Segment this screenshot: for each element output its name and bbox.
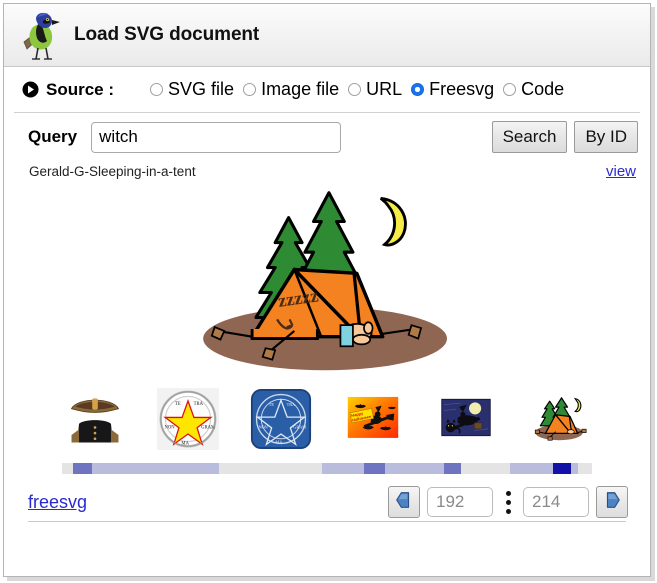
svg-text:NON: NON [164,425,175,430]
total-pages-input[interactable] [523,487,589,517]
radio-label-svg-file: SVG file [168,79,235,99]
source-row: Source : SVG file Image file URL Freesvg [4,67,650,112]
next-page-button[interactable] [596,486,628,518]
strip-segment [385,462,444,474]
strip-segment-current [552,462,571,474]
query-row: Query Search By ID [4,113,650,161]
preview-area[interactable]: zzzzz [4,187,650,379]
radio-url[interactable]: URL [348,79,402,100]
dialog-titlebar: Load SVG document [4,4,650,67]
query-label: Query [28,127,78,146]
thumbnail-witch-flying-night[interactable] [433,386,499,452]
thumbnail-sleeping-in-a-tent[interactable] [526,386,592,452]
strip-segment [91,462,219,474]
radio-dot-code[interactable] [503,83,517,96]
thumbnail-list: TE TRA NON GRAM MA TE TRA NON GRAM MA Ha… [4,379,650,459]
view-link[interactable]: view [606,163,636,180]
dot [505,490,511,496]
radio-image-file[interactable]: Image file [243,79,339,100]
dialog-title: Load SVG document [74,24,260,45]
strip-segment [321,462,365,474]
circle-arrow-right-icon[interactable] [22,81,39,98]
strip-segment [72,462,92,474]
radio-label-freesvg: Freesvg [429,79,495,99]
green-jay-bird-icon [16,9,62,61]
thumbnail-pentacle-seal-blue[interactable]: TE TRA NON GRAM MA [248,386,314,452]
footer-bar: freesvg [4,477,650,521]
prev-page-button[interactable] [388,486,420,518]
svg-text:TRA: TRA [286,402,296,407]
window-shadow-bottom [7,577,655,581]
result-name: Gerald-G-Sleeping-in-a-tent [29,164,196,179]
svg-text:TE: TE [175,402,181,407]
radio-svg-file[interactable]: SVG file [150,79,234,100]
load-svg-dialog: Load SVG document Source : SVG file Imag… [3,3,651,577]
radio-dot-image-file[interactable] [243,83,257,96]
preview-image-sleeping-in-a-tent[interactable]: zzzzz [177,185,477,382]
svg-text:MA: MA [275,439,283,444]
page-position-strip[interactable] [62,462,592,474]
thumbnail-happy-halloween-witch[interactable]: Happy Halloween [340,386,406,452]
search-input[interactable] [91,121,342,153]
radio-label-url: URL [366,79,403,99]
source-radio-group: SVG file Image file URL Freesvg Code [150,79,573,100]
radio-dot-svg-file[interactable] [150,83,164,96]
strip-segment [364,462,386,474]
svg-text:NON: NON [258,424,268,429]
radio-code[interactable]: Code [503,79,564,100]
radio-label-code: Code [521,79,565,99]
footer-divider [28,521,626,522]
search-button[interactable]: Search [491,121,568,153]
arrow-right-icon [602,490,622,515]
page-strip-wrap [4,459,650,477]
radio-freesvg[interactable]: Freesvg [411,79,494,100]
current-page-input[interactable] [427,487,493,517]
svg-text:TRA: TRA [193,402,203,407]
svg-text:TE: TE [268,402,274,407]
window-shadow-right [651,7,655,579]
strip-segment [510,462,553,474]
vertical-ellipsis-icon [504,490,512,514]
app-root: Load SVG document Source : SVG file Imag… [0,0,657,583]
strip-segment [570,462,579,474]
thumbnail-pentacle-seal-color[interactable]: TE TRA NON GRAM MA [155,386,221,452]
svg-text:GRAM: GRAM [293,424,306,429]
source-label: Source : [46,79,115,99]
strip-segment [443,462,461,474]
result-header: Gerald-G-Sleeping-in-a-tent view [4,161,650,187]
by-id-button[interactable]: By ID [574,121,638,153]
dot [505,499,511,505]
thumbnail-bicorne-hat-and-vest[interactable] [62,386,128,452]
radio-dot-freesvg[interactable] [411,83,425,96]
radio-dot-url[interactable] [348,83,362,96]
arrow-left-icon [394,490,414,515]
freesvg-site-link[interactable]: freesvg [28,492,87,513]
radio-label-image-file: Image file [261,79,340,99]
dot [505,508,511,514]
